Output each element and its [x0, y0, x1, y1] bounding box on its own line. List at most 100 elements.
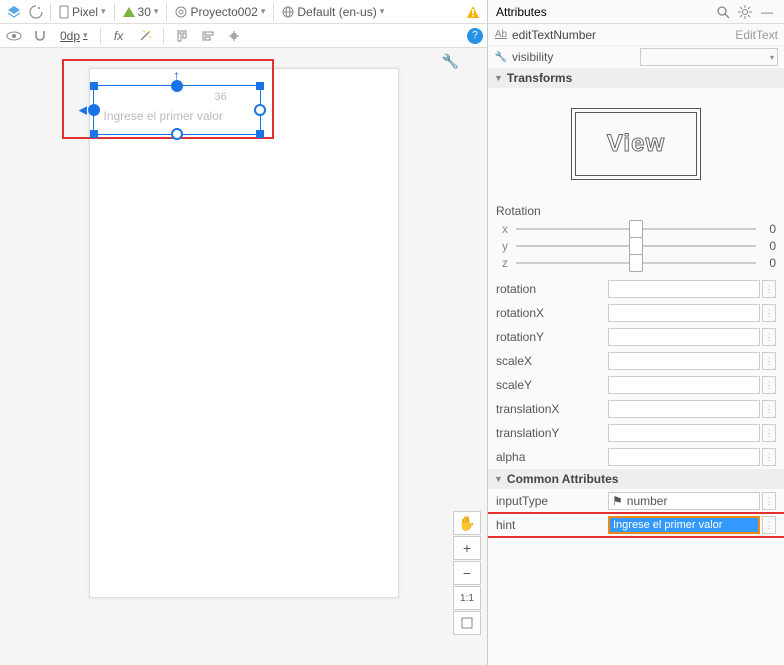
- edittext-hint-preview: Ingrese el primer valor: [104, 109, 223, 123]
- rotationy-input[interactable]: [608, 328, 760, 346]
- device-selector[interactable]: Pixel ▾: [55, 2, 110, 22]
- visibility-label: visibility: [512, 50, 640, 64]
- zoom-out-button[interactable]: −: [453, 561, 481, 585]
- common-attributes-title: Common Attributes: [507, 472, 619, 486]
- resize-handle[interactable]: [256, 130, 264, 138]
- rotation-x-slider[interactable]: x 0: [496, 222, 776, 236]
- gear-icon[interactable]: [736, 3, 754, 21]
- prop-hint: hint ⋮: [488, 513, 784, 537]
- prop-scalex: scaleX⋮: [488, 349, 784, 373]
- dp-label: 0dp: [60, 29, 80, 43]
- constraint-handle[interactable]: [88, 104, 100, 116]
- prop-extra-button[interactable]: ⋮: [762, 400, 776, 418]
- chevron-down-icon: ▾: [770, 53, 774, 62]
- axis-x-value: 0: [764, 222, 776, 236]
- axis-x-label: x: [496, 222, 508, 236]
- prop-rotationx: rotationX⋮: [488, 301, 784, 325]
- constraint-handle[interactable]: [171, 80, 183, 92]
- axis-z-label: z: [496, 256, 508, 270]
- transform-props: rotation⋮ rotationX⋮ rotationY⋮ scaleX⋮ …: [488, 277, 784, 469]
- resize-handle[interactable]: [256, 82, 264, 90]
- zoom-toolbar: ✋ + − 1:1: [453, 511, 481, 635]
- help-icon[interactable]: ?: [467, 28, 483, 44]
- prop-extra-button[interactable]: ⋮: [762, 376, 776, 394]
- rotation-y-slider[interactable]: y 0: [496, 239, 776, 253]
- constraint-arrow-left: ◀: [79, 104, 87, 117]
- hint-input[interactable]: [608, 516, 760, 534]
- rotation-block: Rotation x 0 y 0 z 0: [488, 200, 784, 277]
- zoom-1to1-button[interactable]: 1:1: [453, 586, 481, 610]
- wrench-icon[interactable]: 🔧: [442, 53, 459, 70]
- prop-translationx: translationX⋮: [488, 397, 784, 421]
- visibility-row: 🔧 visibility ▾: [488, 46, 784, 68]
- scalex-input[interactable]: [608, 352, 760, 370]
- text-ab-icon: Ab: [494, 29, 508, 40]
- zoom-in-button[interactable]: +: [453, 536, 481, 560]
- visibility-combo[interactable]: ▾: [640, 48, 778, 66]
- chevron-down-icon: ▾: [83, 30, 88, 41]
- layers-icon[interactable]: [4, 2, 24, 22]
- alpha-input[interactable]: [608, 448, 760, 466]
- warning-icon[interactable]: [463, 2, 483, 22]
- guidelines-icon[interactable]: [224, 26, 244, 46]
- eye-icon[interactable]: [4, 26, 24, 46]
- common-attributes-header[interactable]: ▼ Common Attributes: [488, 469, 784, 489]
- rotation-label: Rotation: [496, 204, 776, 218]
- prop-extra-button[interactable]: ⋮: [762, 352, 776, 370]
- fx-icon[interactable]: fx: [109, 26, 129, 46]
- prop-extra-button[interactable]: ⋮: [762, 328, 776, 346]
- palette-icon[interactable]: [26, 2, 46, 22]
- attributes-title: Attributes: [496, 5, 710, 19]
- device-label: Pixel: [72, 5, 98, 19]
- axis-y-value: 0: [764, 239, 776, 253]
- prop-scaley: scaleY⋮: [488, 373, 784, 397]
- chevron-down-icon: ▾: [261, 6, 266, 17]
- constraint-handle[interactable]: [254, 104, 266, 116]
- prop-rotationy: rotationY⋮: [488, 325, 784, 349]
- inputtype-value: number: [627, 494, 668, 508]
- rotation-input[interactable]: [608, 280, 760, 298]
- chevron-down-icon: ▾: [101, 6, 106, 17]
- prop-extra-button[interactable]: ⋮: [762, 304, 776, 322]
- align-left-icon[interactable]: [198, 26, 218, 46]
- search-icon[interactable]: [714, 3, 732, 21]
- rotation-z-slider[interactable]: z 0: [496, 256, 776, 270]
- prop-extra-button[interactable]: ⋮: [762, 492, 776, 510]
- flag-icon: ⚑: [612, 494, 623, 508]
- prop-extra-button[interactable]: ⋮: [762, 424, 776, 442]
- api-selector[interactable]: 30 ▾: [119, 2, 163, 22]
- second-toolbar: 0dp ▾ fx ?: [0, 24, 487, 48]
- project-selector[interactable]: Proyecto002 ▾: [171, 2, 269, 22]
- prop-translationy: translationY⋮: [488, 421, 784, 445]
- magnet-icon[interactable]: [30, 26, 50, 46]
- prop-extra-button[interactable]: ⋮: [762, 516, 776, 534]
- translationy-input[interactable]: [608, 424, 760, 442]
- align-top-icon[interactable]: [172, 26, 192, 46]
- top-toolbar: Pixel ▾ 30 ▾ Proyecto002 ▾ Default (en-u…: [0, 0, 487, 24]
- inputtype-combo[interactable]: ⚑ number: [608, 492, 760, 510]
- pan-button[interactable]: ✋: [453, 511, 481, 535]
- resize-handle[interactable]: [90, 130, 98, 138]
- transforms-header[interactable]: ▼ Transforms: [488, 68, 784, 88]
- collapse-icon: ▼: [494, 73, 503, 83]
- wand-icon[interactable]: [135, 26, 155, 46]
- chevron-down-icon: ▾: [154, 6, 159, 17]
- wrench-small-icon: 🔧: [494, 52, 508, 63]
- dp-selector[interactable]: 0dp ▾: [56, 26, 92, 46]
- scaley-input[interactable]: [608, 376, 760, 394]
- prop-alpha: alpha⋮: [488, 445, 784, 469]
- minimize-icon[interactable]: —: [758, 3, 776, 21]
- dimension-label: 36: [215, 91, 227, 103]
- locale-selector[interactable]: Default (en-us) ▾: [278, 2, 388, 22]
- axis-z-value: 0: [764, 256, 776, 270]
- resize-handle[interactable]: [90, 82, 98, 90]
- collapse-icon: ▼: [494, 474, 503, 484]
- design-canvas[interactable]: 🔧 ↑ ◀ 36 Ingrese el primer valor ✋ + −: [0, 48, 487, 665]
- rotationx-input[interactable]: [608, 304, 760, 322]
- prop-extra-button[interactable]: ⋮: [762, 448, 776, 466]
- prop-extra-button[interactable]: ⋮: [762, 280, 776, 298]
- translationx-input[interactable]: [608, 400, 760, 418]
- constraint-handle[interactable]: [171, 128, 183, 140]
- selected-element-row: Ab editTextNumber EditText: [488, 24, 784, 46]
- zoom-fit-button[interactable]: [453, 611, 481, 635]
